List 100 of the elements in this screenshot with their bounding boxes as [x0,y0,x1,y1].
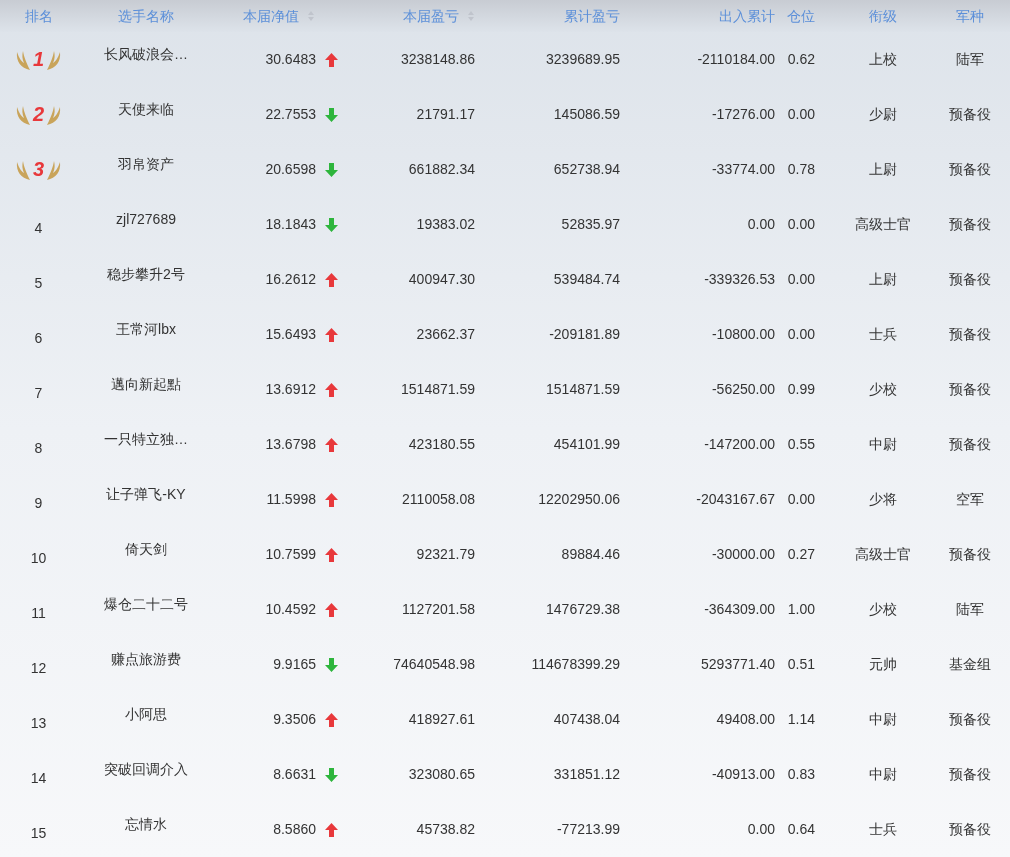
rank-number: 5 [34,274,43,293]
table-cell-text: 空军 [956,490,984,509]
table-cell-text: 30.6483 [265,50,316,69]
player-name[interactable]: 小阿思 [125,704,167,725]
table-cell-text: 预备役 [949,765,991,784]
rank-number: 1 [32,48,45,71]
table-cell-text: 22.7553 [265,105,316,124]
player-name[interactable]: 稳步攀升2号 [107,264,185,285]
rank-number: 7 [34,384,43,403]
sort-icon[interactable] [307,10,315,22]
table-cell-text: 9.9165 [273,655,316,674]
table-cell-text: 陆军 [956,600,984,619]
table-cell-text: 1127201.58 [402,600,475,619]
table-cell-text: 上校 [868,50,897,69]
column-header: 出入累计 [719,6,775,26]
rank-number: 2 [32,103,45,126]
player-name[interactable]: 邁向新起點 [111,374,181,395]
rank-number: 6 [34,329,43,348]
table-cell-text: 少校 [868,600,897,619]
table-cell-text: -10800.00 [711,325,775,344]
table-cell-text: 上尉 [868,160,897,179]
table-cell-text: 元帅 [868,655,897,674]
player-name[interactable]: 爆仓二十二号 [104,594,188,615]
table-cell-text: 423180.55 [408,435,475,454]
table-cell-text: 323080.65 [408,765,475,784]
table-cell-text: 19383.02 [416,215,475,234]
table-cell-text: 331851.12 [553,765,620,784]
table-cell-text: 3239689.95 [546,50,620,69]
table-cell-text: 预备役 [949,380,991,399]
player-name[interactable]: 倚天剑 [125,539,167,560]
table-cell-text: 1.00 [787,600,815,619]
player-name[interactable]: 忘情水 [125,814,167,835]
table-cell-text: -147200.00 [704,435,775,454]
table-cell-text: 少校 [868,380,897,399]
table-cell-text: 0.00 [787,270,815,289]
player-name[interactable]: 羽帛资产 [118,154,174,175]
table-cell-text: 49408.00 [716,710,775,729]
player-name[interactable]: 天使来临 [118,99,174,120]
table-cell-text: 74640548.98 [393,655,475,674]
table-cell-text: 661882.34 [408,160,475,179]
column-header: 仓位 [787,6,815,26]
table-cell-text: 预备役 [949,710,991,729]
table-cell-text: -209181.89 [549,325,620,344]
table-cell-text: 92321.79 [416,545,475,564]
rank-number: 15 [30,824,47,843]
table-cell-text: 1476729.38 [546,600,620,619]
table-cell-text: 10.7599 [265,545,316,564]
table-cell-text: 8.5860 [273,820,316,839]
table-cell-text: -2043167.67 [696,490,775,509]
table-cell-text: 3238148.86 [401,50,475,69]
table-cell-text: -364309.00 [704,600,775,619]
table-cell-text: 114678399.29 [531,655,620,674]
table-cell-text: 士兵 [868,820,897,839]
table-cell-text: 0.00 [787,215,815,234]
table-cell-text: 0.00 [787,490,815,509]
table-cell-text: 0.83 [787,765,815,784]
table-cell-text: 52835.97 [561,215,620,234]
player-name[interactable]: 赚点旅游费 [111,649,181,670]
table-cell-text: 9.3506 [273,710,316,729]
player-name[interactable]: zjl727689 [116,209,176,230]
rank-number: 8 [34,439,43,458]
table-cell-text: 0.00 [747,820,775,839]
player-name[interactable]: 突破回调介入 [104,759,188,780]
table-cell-text: 高级士官 [854,215,911,234]
table-cell-text: -56250.00 [711,380,775,399]
rank-number: 11 [31,604,46,623]
table-cell-text: 18.1843 [265,215,316,234]
table-cell-text: 539484.74 [553,270,620,289]
rank-number: 9 [34,494,43,513]
table-cell-text: -339326.53 [704,270,775,289]
player-name[interactable]: 王常河lbx [116,319,176,340]
table-cell-text: 少尉 [868,105,897,124]
table-cell-text: 少将 [868,490,897,509]
table-cell-text: -40913.00 [711,765,775,784]
table-cell-text: 0.62 [787,50,815,69]
table-cell-text: 1.14 [787,710,815,729]
table-cell-text: 预备役 [949,215,991,234]
column-header: 衔级 [868,6,897,26]
table-cell-text: 12202950.06 [538,490,620,509]
rank-number: 3 [32,158,45,181]
table-cell-text: 预备役 [949,325,991,344]
column-header: 选手名称 [118,6,174,26]
table-cell-text: 13.6912 [265,380,316,399]
player-name[interactable]: 长风破浪会… [104,44,188,65]
rank-number: 13 [30,714,47,733]
table-cell-text: 8.6631 [273,765,316,784]
sort-icon[interactable] [467,10,475,22]
table-cell-text: 16.2612 [265,270,316,289]
table-cell-text: 0.00 [787,325,815,344]
player-name[interactable]: 让子弹飞-KY [106,484,186,505]
table-cell-text: 20.6598 [265,160,316,179]
table-cell-text: 中尉 [868,435,897,454]
table-cell-text: 预备役 [949,270,991,289]
table-cell-text: -2110184.00 [697,50,775,69]
table-cell-text: 23662.37 [416,325,475,344]
table-cell-text: 652738.94 [553,160,620,179]
table-cell-text: 士兵 [868,325,897,344]
player-name[interactable]: 一只特立独… [104,429,188,450]
table-cell-text: 中尉 [868,765,897,784]
rank-number: 14 [30,769,47,788]
